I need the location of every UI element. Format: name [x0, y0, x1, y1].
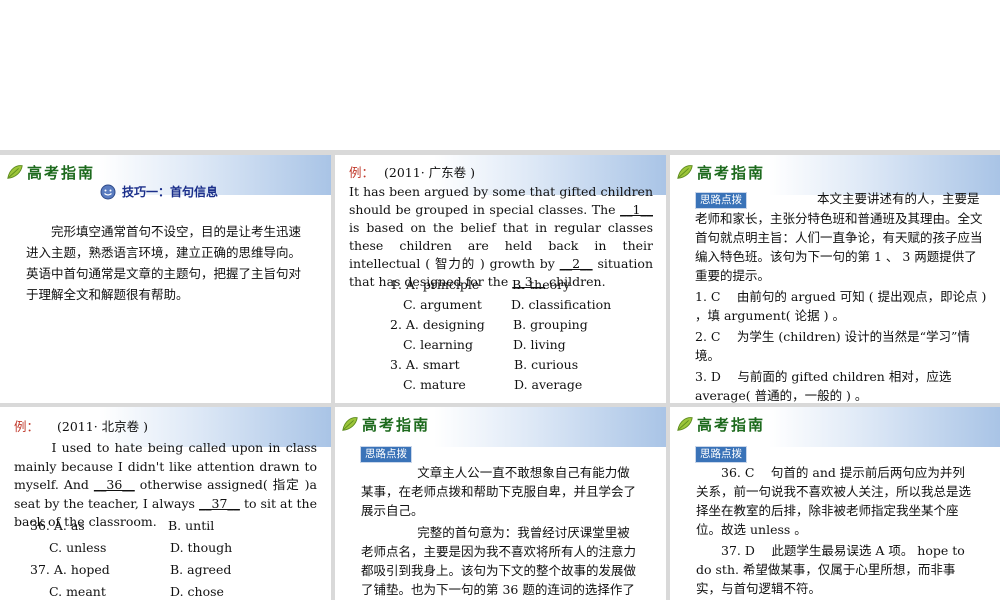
example-passage: It has been argued by some that gifted c… [349, 183, 653, 291]
example-header: 例： (2011· 北京卷 ) [14, 417, 319, 437]
leaf-icon [7, 165, 23, 179]
answer-36: 36. C 句首的 and 提示前后两句应为并列关系，前一句说我不喜欢被人关注，… [696, 465, 972, 537]
example-label: 例： [349, 165, 375, 180]
skill-title: 技巧一：首句信息 [122, 185, 219, 199]
blank-37: __37__ [199, 495, 240, 511]
smiley-icon [100, 184, 116, 199]
blank-2: __2__ [559, 256, 593, 271]
leaf-icon [677, 417, 693, 431]
option-q36-c: C. unless [49, 540, 107, 555]
analysis-intro: 思路点拨 本文主要讲述有的人，主要是老师和家长，主张分特色班和普通班及其理由。全文… [695, 189, 987, 285]
guide-title: 高考指南 [362, 415, 431, 434]
option-q37-a: 37. A. hoped [30, 562, 110, 577]
example-source: (2011· 广东卷 ) [384, 165, 475, 180]
guide-header: 高考指南 [6, 161, 95, 183]
skill-heading: 技巧一：首句信息 [100, 183, 218, 200]
leaf-icon [677, 165, 693, 179]
slide-panel-5[interactable]: 高考指南 思路点拨 文章主人公一直不敢想象自己有能力做某事，在老师点拨和帮助下克… [335, 407, 666, 600]
option-q37-b: B. agreed [170, 562, 232, 577]
slide-panel-2[interactable]: 例： (2011· 广东卷 ) It has been argued by so… [335, 155, 666, 403]
option-q3-c: C. mature [403, 377, 466, 392]
example-label: 例： [14, 419, 40, 434]
analysis-tag: 思路点拨 [695, 192, 747, 209]
option-q1-d: D. classification [511, 297, 612, 312]
slide-panel-1[interactable]: 高考指南 技巧一：首句信息 完形填空通常首句不设空，目的是让考生迅速进入主题，熟… [0, 155, 331, 403]
option-q2-b: B. grouping [513, 317, 588, 332]
option-q2-a: 2. A. designing [390, 317, 485, 332]
analysis-tag: 思路点拨 [360, 446, 412, 463]
option-q36-d: D. though [170, 540, 233, 555]
guide-header: 高考指南 [341, 413, 430, 435]
guide-title: 高考指南 [697, 163, 766, 182]
option-q36-b: B. until [168, 518, 215, 533]
example-source: (2011· 北京卷 ) [57, 419, 148, 434]
analysis-para-1: 文章主人公一直不敢想象自己有能力做某事，在老师点拨和帮助下克服自卑，并且学会了展… [361, 465, 637, 518]
option-q3-b: B. curious [514, 357, 579, 372]
option-q1-b: B. theory [512, 277, 571, 292]
option-q2-d: D. living [513, 337, 566, 352]
passage-text: It has been argued by some that gifted c… [349, 184, 653, 217]
blank-36: __36__ [93, 477, 135, 492]
option-q37-c: C. meant [49, 584, 106, 599]
slide-panel-3[interactable]: 高考指南 思路点拨 本文主要讲述有的人，主要是老师和家长，主张分特色班和普通班及其… [670, 155, 1000, 403]
option-q1-a: 1. A. principle [390, 277, 480, 292]
guide-header: 高考指南 [676, 161, 765, 183]
analysis-tag: 思路点拨 [695, 446, 747, 463]
option-q36-a: 36. A. as [30, 518, 85, 533]
guide-title: 高考指南 [27, 163, 96, 182]
guide-title: 高考指南 [697, 415, 766, 434]
option-q2-c: C. learning [403, 337, 473, 352]
answer-1: 1. C 由前句的 argued 可知 ( 提出观点，即论点 ) ，填 argu… [695, 289, 987, 323]
slide-panel-6[interactable]: 高考指南 思路点拨 36. C 句首的 and 提示前后两句应为并列关系，前一句… [670, 407, 1000, 600]
example-header: 例： (2011· 广东卷 ) [349, 163, 654, 183]
option-q37-d: D. chose [170, 584, 224, 599]
guide-header: 高考指南 [676, 413, 765, 435]
answer-3: 3. D 与前面的 gifted children 相对，应选 average(… [695, 369, 952, 403]
slide-panel-4[interactable]: 例： (2011· 北京卷 ) I used to hate being cal… [0, 407, 331, 600]
option-q3-d: D. average [514, 377, 583, 392]
leaf-icon [342, 417, 358, 431]
option-q3-a: 3. A. smart [390, 357, 460, 372]
answer-37: 37. D 此题学生最易误选 A 项。 hope to do sth. 希望做某… [696, 543, 965, 596]
option-q1-c: C. argument [403, 297, 482, 312]
analysis-para-2: 完整的首句意为：我曾经讨厌课堂里被老师点名，主要是因为我不喜欢将所有人的注意力都… [361, 525, 637, 597]
analysis-tag-wrap: 思路点拨 [695, 442, 747, 463]
analysis-tag-wrap: 思路点拨 [360, 442, 412, 463]
answer-2: 2. C 为学生 (children) 设计的当然是“学习”情境。 [695, 329, 970, 363]
blank-1: __1__ [620, 202, 653, 217]
intro-paragraph: 完形填空通常首句不设空，目的是让考生迅速进入主题，熟悉语言环境，建立正确的思维导… [26, 224, 302, 302]
